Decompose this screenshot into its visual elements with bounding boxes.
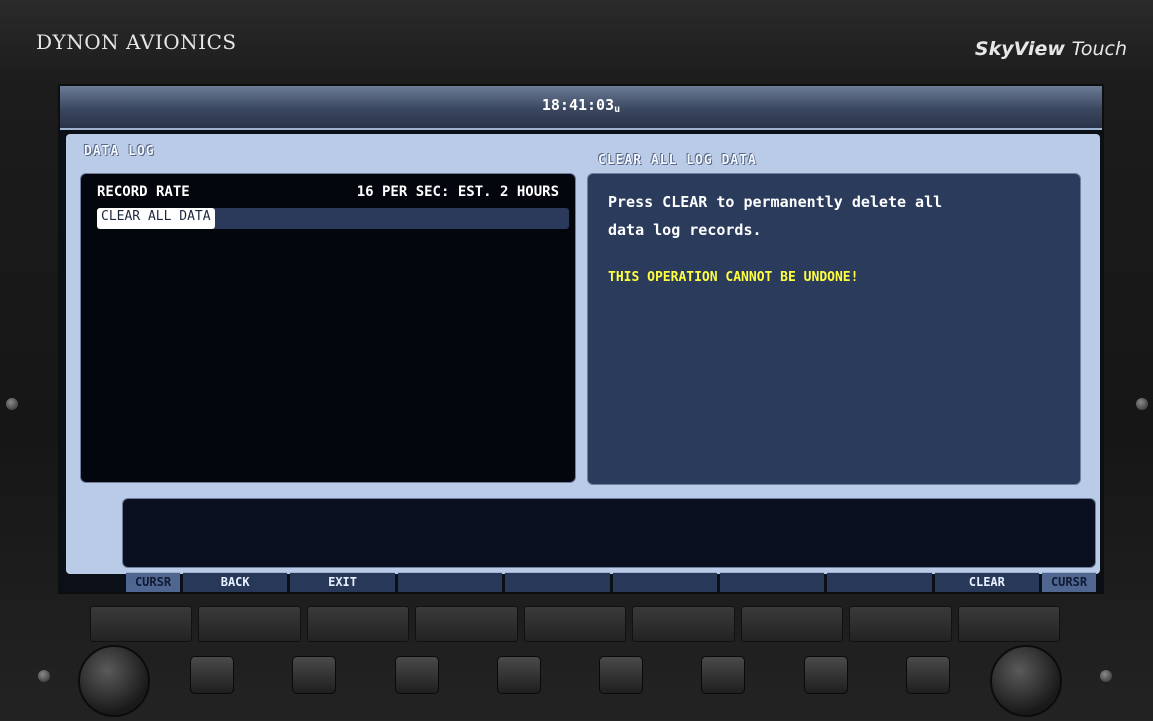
message-area <box>122 498 1096 568</box>
softkey-blank-8[interactable] <box>827 572 932 592</box>
screw-icon <box>1136 398 1148 410</box>
hw-guide <box>198 606 301 642</box>
record-rate-value: 16 PER SEC: EST. 2 HOURS <box>356 184 559 200</box>
screw-icon <box>1100 670 1112 682</box>
softkey-cursr-right[interactable]: CURSR <box>1042 572 1096 592</box>
right-panel-title: CLEAR ALL LOG DATA <box>598 153 757 168</box>
hardware-button[interactable] <box>905 656 950 694</box>
data-log-menu: RECORD RATE 16 PER SEC: EST. 2 HOURS CLE… <box>80 173 576 483</box>
record-rate-label: RECORD RATE <box>97 184 190 200</box>
brand-logo-right: SkyView Touch <box>975 38 1127 60</box>
softkey-back[interactable]: BACK <box>183 572 288 592</box>
softkey-exit[interactable]: EXIT <box>290 572 395 592</box>
hw-guide <box>740 606 844 642</box>
softkey-clear[interactable]: CLEAR <box>934 572 1039 592</box>
hardware-button[interactable] <box>190 656 234 694</box>
clock: 18:41:03u <box>60 96 1102 115</box>
hardware-button[interactable] <box>394 656 439 694</box>
brand-right-normal: Touch <box>1071 38 1127 60</box>
menu-row-record-rate[interactable]: RECORD RATE 16 PER SEC: EST. 2 HOURS <box>97 184 565 206</box>
softkey-blank-4[interactable] <box>397 572 503 592</box>
screw-icon <box>38 670 50 682</box>
top-status-bar: 18:41:03u <box>60 86 1102 130</box>
clear-all-data-label: CLEAR ALL DATA <box>97 208 215 229</box>
help-line-1: Press CLEAR to permanently delete all <box>608 193 943 211</box>
hardware-buttons <box>190 656 950 696</box>
softkey-blank-5[interactable] <box>505 572 610 592</box>
screw-icon <box>6 398 18 410</box>
warning-text: THIS OPERATION CANNOT BE UNDONE! <box>608 270 859 285</box>
softkey-cursr-left[interactable]: CURSR <box>126 572 180 592</box>
hardware-button[interactable] <box>599 656 644 694</box>
hardware-button[interactable] <box>496 656 541 694</box>
device-bezel: DYNON AVIONICS SkyView Touch 18:41:03u D… <box>0 0 1153 721</box>
hardware-key-guides <box>90 606 1060 642</box>
brand-right-bold: SkyView <box>974 38 1065 60</box>
right-knob[interactable] <box>990 645 1062 717</box>
hw-guide <box>306 606 410 642</box>
hardware-button[interactable] <box>701 656 746 694</box>
hw-guide <box>415 606 518 642</box>
softkey-bar: CURSR BACK EXIT CLEAR CURSR <box>126 572 1096 592</box>
left-knob[interactable] <box>78 645 150 717</box>
brand-logo-left: DYNON AVIONICS <box>36 30 237 54</box>
menu-row-clear-all-data[interactable]: CLEAR ALL DATA <box>97 208 569 229</box>
hw-guide <box>849 606 952 642</box>
softkey-blank-7[interactable] <box>719 572 825 592</box>
hw-guide <box>957 606 1060 642</box>
clock-time: 18:41:03 <box>541 96 615 114</box>
hw-guide <box>90 606 193 642</box>
hardware-button[interactable] <box>803 656 848 694</box>
hw-guide <box>632 606 735 642</box>
help-text: Press CLEAR to permanently delete all da… <box>608 188 1068 244</box>
help-panel: Press CLEAR to permanently delete all da… <box>587 173 1081 485</box>
left-panel-title: DATA LOG <box>84 144 155 159</box>
hw-guide <box>523 606 627 642</box>
clock-suffix: u <box>614 104 621 115</box>
display-screen: 18:41:03u DATA LOG CLEAR ALL LOG DATA RE… <box>58 84 1104 594</box>
hardware-button[interactable] <box>292 656 337 694</box>
softkey-blank-6[interactable] <box>612 572 717 592</box>
help-line-2: data log records. <box>608 221 762 239</box>
